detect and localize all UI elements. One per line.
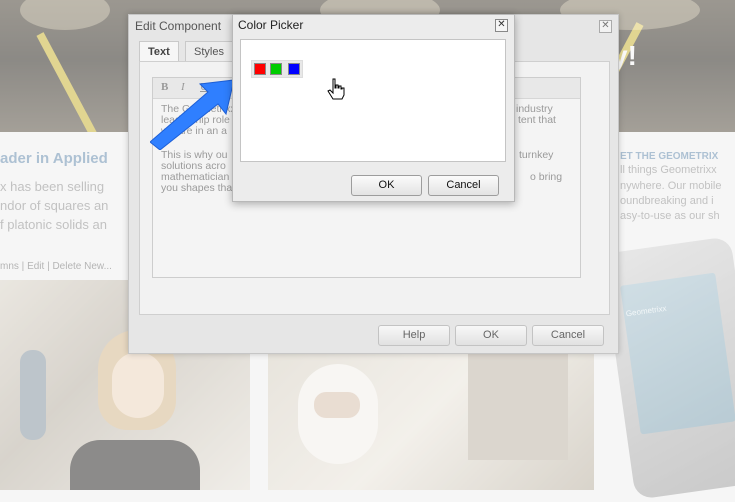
hand-cursor-icon xyxy=(327,78,345,100)
close-icon[interactable]: ✕ xyxy=(599,20,612,33)
tab-text[interactable]: Text xyxy=(139,41,179,62)
color-picker-ok-button[interactable]: OK xyxy=(351,175,422,196)
color-palette xyxy=(240,39,506,162)
arrow-annotation-icon xyxy=(150,79,235,150)
color-picker-dialog: Color Picker ✕ OK Cancel xyxy=(232,14,515,202)
cancel-button[interactable]: Cancel xyxy=(532,325,604,346)
swatch-green[interactable] xyxy=(270,63,282,75)
swatch-blue[interactable] xyxy=(288,63,300,75)
tab-styles[interactable]: Styles xyxy=(185,41,233,62)
swatch-red[interactable] xyxy=(254,63,266,75)
close-icon[interactable]: ✕ xyxy=(495,19,508,32)
help-button[interactable]: Help xyxy=(378,325,450,346)
ok-button[interactable]: OK xyxy=(455,325,527,346)
color-picker-title: Color Picker xyxy=(238,18,304,32)
text-fragment: turnkey xyxy=(519,149,554,161)
text-fragment: tent that xyxy=(518,114,556,126)
dialog-title: Edit Component xyxy=(135,19,222,33)
color-picker-cancel-button[interactable]: Cancel xyxy=(428,175,499,196)
text-fragment: o bring xyxy=(530,171,563,183)
